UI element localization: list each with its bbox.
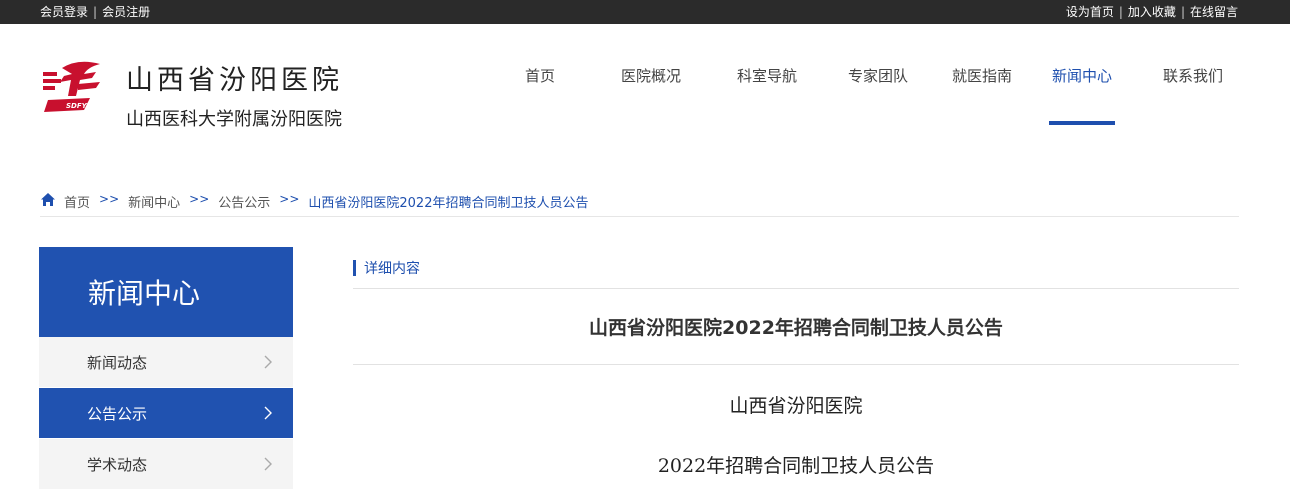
top-bar-right: 设为首页 | 加入收藏 | 在线留言 xyxy=(1066,3,1238,20)
article-content: 详细内容 山西省汾阳医院2022年招聘合同制卫技人员公告 山西省汾阳医院 202… xyxy=(353,247,1239,478)
sidebar-item-academic[interactable]: 学术动态 xyxy=(39,439,293,490)
breadcrumb: 首页 >> 新闻中心 >> 公告公示 >> 山西省汾阳医院2022年招聘合同制卫… xyxy=(40,192,1239,217)
article-paragraph: 山西省汾阳医院 xyxy=(729,395,863,417)
top-bar-left: 会员登录 | 会员注册 xyxy=(40,3,150,20)
top-utility-bar: 会员登录 | 会员注册 设为首页 | 加入收藏 | 在线留言 xyxy=(0,0,1290,24)
online-message-link[interactable]: 在线留言 xyxy=(1190,3,1238,20)
breadcrumb-announcements[interactable]: 公告公示 xyxy=(218,192,270,211)
chevron-right-icon xyxy=(264,457,272,471)
article-paragraph: 2022年招聘合同制卫技人员公告 xyxy=(657,455,935,477)
sidebar-item-announcements[interactable]: 公告公示 xyxy=(39,388,293,439)
member-register-link[interactable]: 会员注册 xyxy=(102,3,150,20)
nav-item-guide[interactable]: 就医指南 xyxy=(939,24,1025,125)
breadcrumb-home[interactable]: 首页 xyxy=(64,192,90,211)
breadcrumb-current: 山西省汾阳医院2022年招聘合同制卫技人员公告 xyxy=(308,196,589,211)
nav-item-departments[interactable]: 科室导航 xyxy=(717,24,817,125)
breadcrumb-news[interactable]: 新闻中心 xyxy=(128,192,180,211)
sidebar-title: 新闻中心 xyxy=(39,247,293,337)
chevron-right-icon xyxy=(264,355,272,369)
sidebar-item-news-updates[interactable]: 新闻动态 xyxy=(39,337,293,388)
set-home-link[interactable]: 设为首页 xyxy=(1066,3,1114,20)
site-title: 山西省汾阳医院 xyxy=(126,65,343,96)
article-title: 山西省汾阳医院2022年招聘合同制卫技人员公告 xyxy=(353,289,1239,365)
site-subtitle: 山西医科大学附属汾阳医院 xyxy=(126,109,342,130)
breadcrumb-separator: >> xyxy=(189,192,210,206)
sidebar-item-label: 学术动态 xyxy=(87,455,148,474)
sidebar-item-label: 公告公示 xyxy=(87,404,148,423)
section-marker xyxy=(353,259,356,276)
sidebar-item-label: 新闻动态 xyxy=(87,353,148,372)
top-separator: | xyxy=(93,4,98,19)
hospital-logo-icon[interactable]: SDFYY xyxy=(40,54,110,120)
main-nav: 首页 医院概况 科室导航 专家团队 就医指南 新闻中心 联系我们 xyxy=(495,24,1225,125)
section-label: 详细内容 xyxy=(364,260,420,277)
nav-item-overview[interactable]: 医院概况 xyxy=(585,24,717,125)
top-separator: | xyxy=(1118,4,1123,19)
nav-item-contact[interactable]: 联系我们 xyxy=(1161,24,1225,125)
svg-text:SDFYY: SDFYY xyxy=(66,102,93,110)
add-favorite-link[interactable]: 加入收藏 xyxy=(1128,3,1176,20)
chevron-right-icon xyxy=(264,406,272,420)
breadcrumb-separator: >> xyxy=(279,192,300,206)
nav-item-experts[interactable]: 专家团队 xyxy=(817,24,939,125)
sidebar: 新闻中心 新闻动态 公告公示 学术动态 xyxy=(39,247,293,490)
nav-item-news[interactable]: 新闻中心 xyxy=(1049,24,1115,125)
member-login-link[interactable]: 会员登录 xyxy=(40,3,88,20)
nav-item-home[interactable]: 首页 xyxy=(495,24,585,125)
home-icon[interactable] xyxy=(40,192,56,208)
breadcrumb-separator: >> xyxy=(99,192,120,206)
section-header: 详细内容 xyxy=(353,247,1239,289)
top-separator: | xyxy=(1180,4,1185,19)
